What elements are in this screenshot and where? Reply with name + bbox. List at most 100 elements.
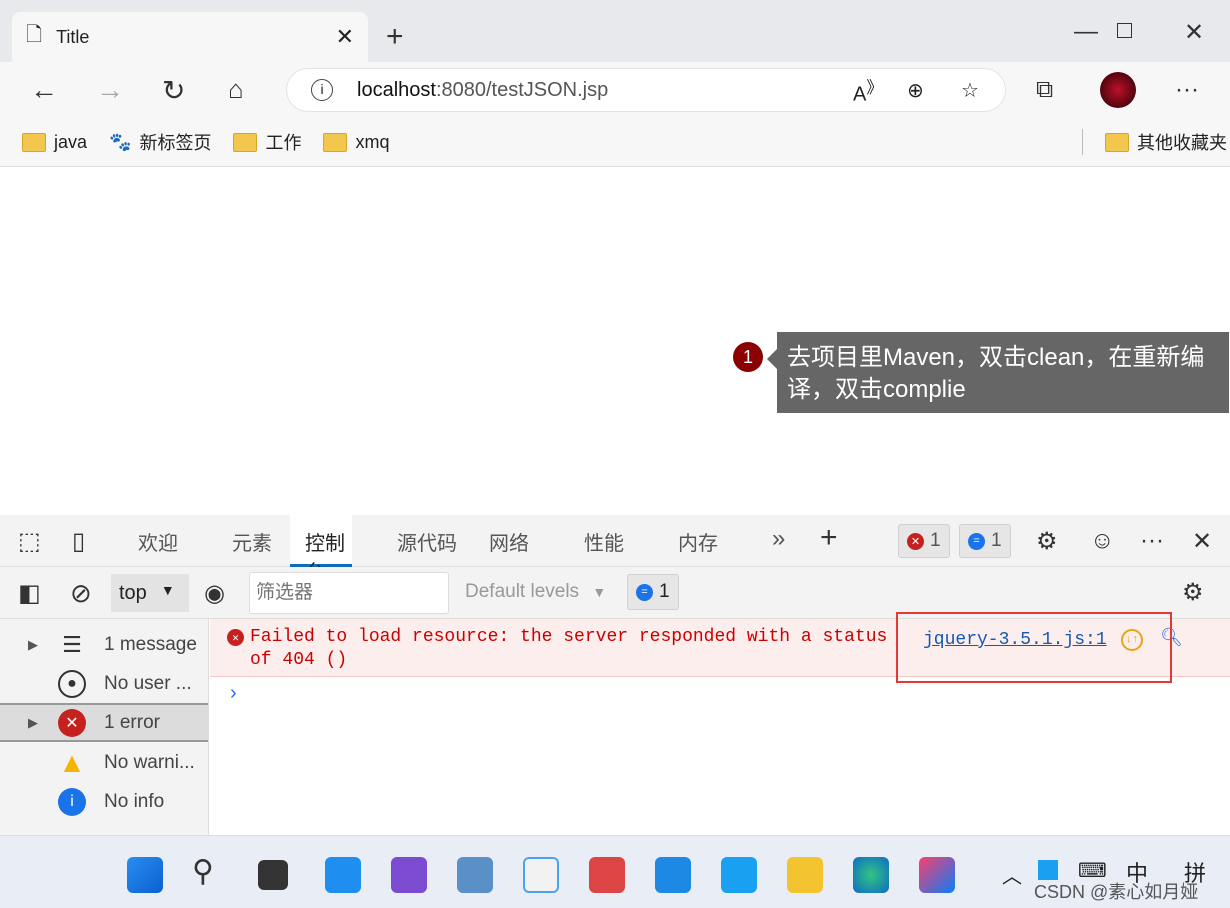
start-icon[interactable]	[127, 857, 163, 893]
bookmark-xmq[interactable]: xmq	[323, 132, 389, 153]
settings-icon[interactable]: ⚙	[1036, 527, 1058, 556]
collections-icon[interactable]: ⧉	[1036, 76, 1053, 104]
annotation-arrow	[767, 349, 777, 369]
intellij-icon[interactable]	[919, 857, 955, 893]
count: 1	[991, 530, 1002, 551]
message-icon: =	[968, 532, 985, 550]
error-icon: ✕	[227, 629, 244, 646]
bookmark-label: 工作	[265, 133, 302, 153]
highlight-box	[896, 612, 1172, 683]
console-sidebar: ▶ ☰ 1 message ● No user ... ▶ ✕ 1 error ▲ No w…	[0, 619, 209, 835]
console-settings-icon[interactable]: ⚙	[1182, 578, 1204, 607]
sidebar-item-user[interactable]: ● No user ...	[0, 664, 208, 703]
issues-button[interactable]: = 1	[627, 574, 679, 610]
monitor-icon[interactable]	[457, 857, 493, 893]
sidebar-item-errors[interactable]: ▶ ✕ 1 error	[0, 703, 208, 742]
more-tabs-icon[interactable]: »	[772, 525, 785, 553]
close-tab-icon[interactable]: ✕	[336, 24, 354, 50]
device-emulation-icon[interactable]: ▯	[72, 527, 85, 556]
url-host: localhost	[357, 78, 436, 101]
more-icon[interactable]: ···	[1175, 76, 1199, 104]
watermark: CSDN @素心如月娅	[1034, 882, 1199, 902]
filter-input[interactable]	[249, 572, 449, 614]
app-icon[interactable]	[325, 857, 361, 893]
bookmark-work[interactable]: 工作	[233, 129, 301, 155]
forward-icon[interactable]: →	[96, 74, 124, 106]
bookmark-new-tab[interactable]: 🐾 新标签页	[109, 129, 211, 155]
info-icon: i	[58, 787, 86, 816]
context-select[interactable]: top ▼	[111, 574, 189, 612]
tab-console[interactable]: 控制台	[290, 515, 352, 584]
minimize-icon[interactable]: —	[1074, 18, 1098, 46]
file-explorer-icon[interactable]	[787, 857, 823, 893]
message-icon: =	[636, 583, 653, 601]
add-tab-icon[interactable]: +	[820, 521, 838, 555]
item-label: 1 error	[104, 711, 160, 733]
sidebar-item-warnings[interactable]: ▲ No warni...	[0, 743, 208, 782]
address-bar[interactable]: i localhost:8080/testJSON.jsp A》 ⊕ ☆	[286, 68, 1006, 112]
expand-icon: ▶	[28, 714, 38, 730]
tab-performance[interactable]: 性能	[584, 527, 624, 556]
sidebar-toggle-icon[interactable]: ◧	[18, 579, 41, 608]
live-expression-icon[interactable]: ◉	[204, 579, 225, 608]
vscode-icon[interactable]	[655, 857, 691, 893]
warning-icon: ▲	[58, 746, 86, 778]
read-aloud-icon[interactable]: A》	[853, 74, 883, 107]
bookmark-label: java	[54, 131, 88, 152]
back-icon[interactable]: ←	[30, 74, 58, 106]
favorite-icon[interactable]: ☆	[961, 78, 979, 103]
feedback-icon[interactable]: ☺	[1090, 527, 1115, 555]
console-prompt-icon[interactable]: ›	[230, 682, 237, 705]
sidebar-item-messages[interactable]: ▶ ☰ 1 message	[0, 625, 208, 664]
clear-console-icon[interactable]: ⊘	[70, 578, 92, 609]
item-label: No info	[104, 790, 165, 812]
tab-title: Title	[56, 26, 90, 47]
sidebar-item-info[interactable]: i No info	[0, 782, 208, 821]
inspect-icon[interactable]: ⬚	[18, 527, 41, 556]
task-view-icon[interactable]	[258, 860, 288, 890]
tab-network[interactable]: 网络	[489, 527, 529, 556]
folder-icon	[233, 132, 258, 152]
other-bookmarks[interactable]: 其他收藏夹	[1082, 129, 1227, 155]
error-message-cont: of 404 ()	[250, 650, 348, 670]
maximize-icon[interactable]	[1117, 23, 1132, 38]
item-label: No user ...	[104, 672, 192, 694]
tab-elements[interactable]: 元素	[232, 527, 272, 556]
tab-sources[interactable]: 源代码	[397, 527, 457, 556]
close-devtools-icon[interactable]: ✕	[1192, 527, 1212, 556]
new-tab-icon[interactable]: +	[386, 20, 404, 54]
info-icon[interactable]: i	[311, 79, 333, 101]
page-icon: 🗋	[26, 24, 43, 46]
app-icon[interactable]	[589, 857, 625, 893]
message-count-button[interactable]: = 1	[959, 524, 1011, 558]
levels-value: Default levels	[465, 581, 580, 602]
dropdown-icon: ▼	[160, 582, 175, 598]
annotation-number: 1	[733, 342, 763, 372]
tray-app-icon[interactable]	[1038, 860, 1058, 880]
avatar[interactable]	[1100, 72, 1136, 108]
visual-studio-icon[interactable]	[391, 857, 427, 893]
edge-icon[interactable]	[853, 857, 889, 893]
home-icon[interactable]: ⌂	[228, 74, 244, 105]
url-path: :8080/testJSON.jsp	[435, 78, 609, 101]
error-count-button[interactable]: ✕ 1	[898, 524, 950, 558]
search-icon[interactable]: ⚲	[192, 854, 214, 889]
window-close-icon[interactable]: ✕	[1184, 18, 1204, 47]
bookmark-label: xmq	[355, 131, 390, 152]
tab-memory[interactable]: 内存	[678, 527, 718, 556]
count: 1	[659, 581, 670, 602]
error-icon: ✕	[907, 532, 924, 550]
refresh-icon[interactable]: ↻	[162, 74, 185, 107]
app-icon[interactable]	[721, 857, 757, 893]
bookmark-java[interactable]: java	[22, 132, 87, 153]
taskbar: ⚲ ︿ ⌨ 中 拼 CSDN @素心如月娅	[0, 835, 1230, 908]
zoom-icon[interactable]: ⊕	[907, 78, 924, 103]
error-message: Failed to load resource: the server resp…	[250, 627, 888, 647]
log-levels-select[interactable]: Default levels ▼	[465, 581, 606, 603]
app-icon[interactable]	[523, 857, 559, 893]
tab-welcome[interactable]: 欢迎	[138, 527, 178, 556]
more-icon[interactable]: ···	[1140, 527, 1164, 555]
browser-tab[interactable]: 🗋 Title ✕	[12, 12, 368, 62]
tray-expand-icon[interactable]: ︿	[1002, 860, 1022, 889]
dropdown-icon: ▼	[592, 584, 607, 600]
